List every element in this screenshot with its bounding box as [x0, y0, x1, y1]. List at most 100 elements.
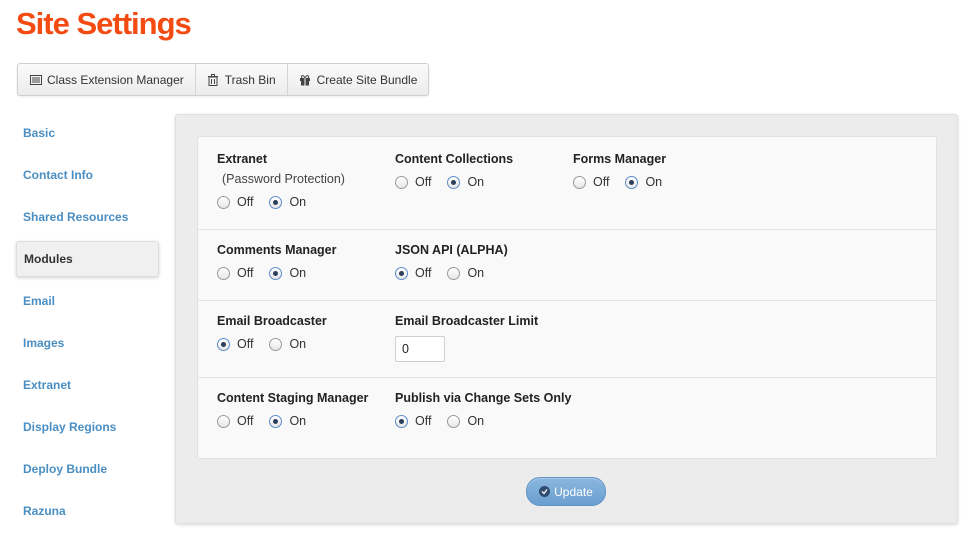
radio-on-label: On [289, 337, 307, 351]
content-collections-on-radio[interactable]: On [447, 175, 484, 189]
extranet-off-radio[interactable]: Off [217, 195, 253, 209]
radio-button-icon [395, 414, 408, 428]
radio-on-label: On [289, 195, 307, 209]
content-collections-label: Content Collections [395, 152, 514, 166]
radio-button-icon [447, 266, 461, 280]
trash-bin-label: Trash Bin [224, 72, 276, 87]
email-broadcaster-radio-group: Off On [217, 337, 327, 351]
email-broadcaster-off-radio[interactable]: Off [217, 337, 253, 351]
publish-via-change-sets-on-radio[interactable]: On [447, 414, 484, 428]
email-broadcaster-limit-label: Email Broadcaster Limit [395, 314, 539, 328]
sidebar-item-deploy-bundle[interactable]: Deploy Bundle [16, 451, 159, 487]
radio-button-icon [269, 337, 283, 351]
setting-comments-manager: Comments Manager Off On [217, 243, 336, 280]
forms-manager-label: Forms Manager [573, 152, 667, 166]
sidebar-item-contact-info[interactable]: Contact Info [16, 157, 159, 193]
radio-on-label: On [467, 266, 485, 280]
settings-row-3: Email Broadcaster Off On Email Broadcast… [198, 300, 936, 377]
toolbar: Class Extension Manager Trash Bin Create… [17, 63, 430, 96]
sidebar-item-images[interactable]: Images [16, 325, 159, 361]
publish-via-change-sets-off-radio[interactable]: Off [395, 414, 431, 428]
publish-via-change-sets-label: Publish via Change Sets Only [395, 391, 572, 405]
setting-content-staging-manager: Content Staging Manager Off On [217, 391, 368, 428]
radio-button-icon [217, 414, 230, 428]
radio-on-label: On [289, 414, 307, 428]
class-extension-manager-label: Class Extension Manager [47, 72, 184, 87]
check-circle-icon [539, 486, 551, 497]
class-extension-manager-button[interactable]: Class Extension Manager [18, 64, 196, 95]
forms-manager-off-radio[interactable]: Off [573, 175, 609, 189]
setting-email-broadcaster: Email Broadcaster Off On [217, 314, 327, 351]
radio-button-icon [447, 175, 461, 189]
settings-row-2: Comments Manager Off On JSON API (ALPHA)… [198, 229, 936, 300]
content-staging-manager-off-radio[interactable]: Off [217, 414, 253, 428]
setting-extranet: Extranet (Password Protection) Off On [217, 152, 345, 209]
radio-button-icon [625, 175, 639, 189]
content-staging-manager-label: Content Staging Manager [217, 391, 369, 405]
create-site-bundle-label: Create Site Bundle [316, 72, 418, 87]
content-collections-radio-group: Off On [395, 175, 513, 189]
radio-button-icon [395, 266, 408, 280]
comments-manager-off-radio[interactable]: Off [217, 266, 253, 280]
setting-json-api: JSON API (ALPHA) Off On [395, 243, 508, 280]
email-broadcaster-limit-input[interactable] [395, 336, 445, 362]
publish-via-change-sets-radio-group: Off On [395, 414, 571, 428]
sidebar-item-shared-resources[interactable]: Shared Resources [16, 199, 159, 235]
sidebar-item-extranet[interactable]: Extranet [16, 367, 159, 403]
extranet-label: Extranet [217, 152, 268, 166]
modules-panel: Extranet (Password Protection) Off On Co… [175, 114, 958, 524]
list-icon [29, 73, 42, 86]
update-button-label: Update [554, 484, 593, 499]
extranet-on-radio[interactable]: On [269, 195, 306, 209]
json-api-off-radio[interactable]: Off [395, 266, 431, 280]
radio-button-icon [217, 195, 230, 209]
extranet-sublabel: (Password Protection) [222, 172, 345, 186]
page-title: Site Settings [16, 6, 192, 41]
sidebar-item-razuna[interactable]: Razuna [16, 493, 159, 529]
radio-button-icon [217, 266, 230, 280]
json-api-on-radio[interactable]: On [447, 266, 484, 280]
radio-off-label: Off [237, 337, 254, 351]
forms-manager-on-radio[interactable]: On [625, 175, 662, 189]
radio-button-icon [269, 266, 283, 280]
radio-button-icon [573, 175, 586, 189]
setting-content-collections: Content Collections Off On [395, 152, 513, 189]
settings-row-4: Content Staging Manager Off On Publish v… [198, 377, 936, 458]
radio-on-label: On [289, 266, 307, 280]
radio-on-label: On [645, 175, 663, 189]
radio-on-label: On [467, 175, 485, 189]
sidebar-item-display-regions[interactable]: Display Regions [16, 409, 159, 445]
comments-manager-on-radio[interactable]: On [269, 266, 306, 280]
setting-forms-manager: Forms Manager Off On [573, 152, 678, 189]
radio-button-icon [269, 414, 283, 428]
content-staging-manager-on-radio[interactable]: On [269, 414, 306, 428]
trash-icon [207, 73, 220, 86]
radio-button-icon [269, 195, 283, 209]
comments-manager-radio-group: Off On [217, 266, 336, 280]
radio-off-label: Off [415, 266, 432, 280]
sidebar-item-basic[interactable]: Basic [16, 115, 159, 151]
settings-row-1: Extranet (Password Protection) Off On Co… [198, 137, 936, 229]
sidebar-item-modules[interactable]: Modules [16, 241, 159, 277]
radio-button-icon [217, 337, 230, 351]
content-staging-manager-radio-group: Off On [217, 414, 368, 428]
gift-icon [299, 73, 312, 86]
extranet-radio-group: Off On [217, 195, 345, 209]
radio-off-label: Off [415, 175, 432, 189]
content-collections-off-radio[interactable]: Off [395, 175, 431, 189]
email-broadcaster-label: Email Broadcaster [217, 314, 327, 328]
email-broadcaster-on-radio[interactable]: On [269, 337, 306, 351]
radio-off-label: Off [593, 175, 610, 189]
sidebar-item-email[interactable]: Email [16, 283, 159, 319]
trash-bin-button[interactable]: Trash Bin [196, 64, 288, 95]
create-site-bundle-button[interactable]: Create Site Bundle [288, 64, 429, 95]
json-api-radio-group: Off On [395, 266, 508, 280]
radio-off-label: Off [415, 414, 432, 428]
setting-email-broadcaster-limit: Email Broadcaster Limit [395, 314, 538, 362]
update-button[interactable]: Update [526, 477, 606, 506]
radio-off-label: Off [237, 195, 254, 209]
comments-manager-label: Comments Manager [217, 243, 337, 257]
radio-off-label: Off [237, 266, 254, 280]
modules-settings-card: Extranet (Password Protection) Off On Co… [197, 136, 937, 459]
json-api-label: JSON API (ALPHA) [395, 243, 508, 257]
